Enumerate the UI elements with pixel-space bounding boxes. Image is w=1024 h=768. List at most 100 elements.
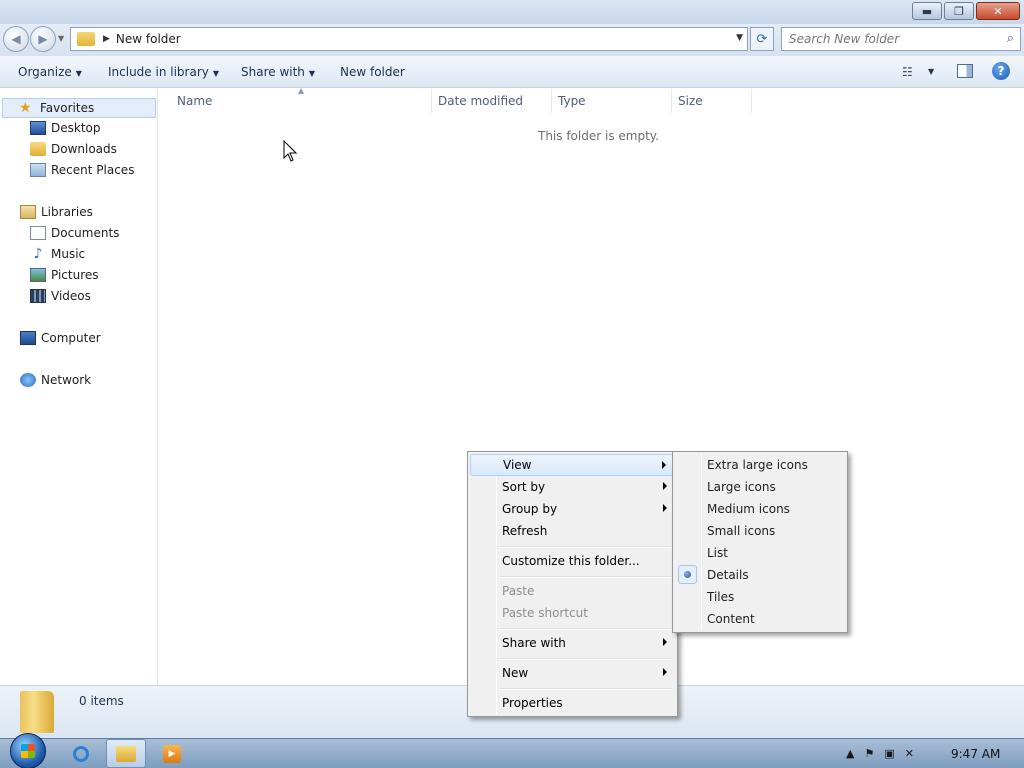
menu-item-share-with[interactable]: Share with bbox=[470, 632, 675, 654]
view-options-dropdown-icon[interactable]: ▼ bbox=[928, 67, 934, 76]
view-option-content[interactable]: Content bbox=[675, 608, 845, 630]
menu-item-new[interactable]: New bbox=[470, 662, 675, 684]
organize-button[interactable]: Organize ▼ bbox=[18, 65, 82, 79]
close-icon: ✕ bbox=[993, 4, 1003, 18]
internet-explorer-icon bbox=[73, 745, 89, 762]
change-view-icon[interactable]: ☷ bbox=[902, 65, 913, 79]
submenu-arrow-icon bbox=[662, 461, 666, 469]
folder-icon bbox=[77, 32, 95, 46]
column-header-date-modified[interactable]: Date modified bbox=[438, 94, 523, 114]
include-in-library-button[interactable]: Include in library ▼ bbox=[108, 65, 219, 79]
empty-folder-message: This folder is empty. bbox=[538, 129, 659, 143]
forward-arrow-icon: ▶ bbox=[38, 32, 48, 46]
sidebar-item-favorites[interactable]: ★ Favorites bbox=[2, 98, 156, 118]
sidebar-item-computer[interactable]: Computer bbox=[20, 331, 101, 345]
refresh-button[interactable]: ⟳ bbox=[750, 27, 774, 51]
submenu-arrow-icon bbox=[663, 504, 667, 512]
minimize-button[interactable]: ▬ bbox=[912, 2, 942, 20]
view-option-small-icons[interactable]: Small icons bbox=[675, 520, 845, 542]
recent-pages-dropdown-icon[interactable]: ▼ bbox=[58, 34, 64, 43]
view-option-extra-large-icons[interactable]: Extra large icons bbox=[675, 454, 845, 476]
view-option-details[interactable]: Details bbox=[675, 564, 845, 586]
column-header-name[interactable]: Name bbox=[177, 94, 212, 114]
clock[interactable]: 9:47 AM bbox=[951, 747, 1000, 761]
refresh-icon: ⟳ bbox=[756, 31, 768, 47]
sidebar-item-label: Downloads bbox=[51, 142, 117, 156]
sidebar-item-label: Recent Places bbox=[51, 163, 135, 177]
computer-icon bbox=[20, 331, 36, 345]
help-icon[interactable]: ? bbox=[992, 62, 1010, 80]
column-divider[interactable] bbox=[751, 89, 752, 113]
menu-item-view[interactable]: View bbox=[470, 454, 675, 476]
menu-item-properties[interactable]: Properties bbox=[470, 692, 675, 714]
star-icon: ★ bbox=[19, 100, 32, 116]
column-header-size[interactable]: Size bbox=[678, 94, 703, 114]
menu-item-label: Details bbox=[707, 568, 749, 582]
show-hidden-icons-icon[interactable]: ▲ bbox=[846, 747, 854, 760]
network-status-icon[interactable]: ▣ bbox=[884, 747, 894, 760]
menu-item-refresh[interactable]: Refresh bbox=[470, 520, 675, 542]
minimize-icon: ▬ bbox=[921, 4, 933, 18]
action-center-flag-icon[interactable]: ⚑ bbox=[864, 747, 874, 760]
sidebar-item-recent-places[interactable]: Recent Places bbox=[30, 163, 134, 177]
address-bar[interactable]: ▶ New folder ▼ bbox=[70, 27, 748, 51]
sidebar-item-network[interactable]: Network bbox=[20, 373, 91, 387]
search-icon[interactable]: ⌕ bbox=[1007, 31, 1014, 46]
menu-item-label: Small icons bbox=[707, 524, 776, 538]
share-with-button[interactable]: Share with ▼ bbox=[241, 65, 315, 79]
view-option-tiles[interactable]: Tiles bbox=[675, 586, 845, 608]
back-button[interactable]: ◀ bbox=[3, 26, 29, 52]
menu-item-sort-by[interactable]: Sort by bbox=[470, 476, 675, 498]
column-divider[interactable] bbox=[551, 89, 552, 113]
taskbar-internet-explorer[interactable] bbox=[61, 739, 101, 768]
menu-item-label: List bbox=[707, 546, 728, 560]
sidebar-item-downloads[interactable]: Downloads bbox=[30, 142, 117, 156]
search-box[interactable]: ⌕ bbox=[781, 27, 1021, 51]
command-bar: Organize ▼ Include in library ▼ Share with… bbox=[0, 56, 1024, 88]
breadcrumb-new-folder[interactable]: New folder bbox=[116, 32, 181, 46]
sidebar-item-label: Videos bbox=[51, 289, 91, 303]
column-divider[interactable] bbox=[431, 89, 432, 113]
item-count: 0 items bbox=[79, 694, 124, 708]
sidebar-item-pictures[interactable]: Pictures bbox=[30, 268, 99, 282]
maximize-button[interactable]: ❐ bbox=[944, 2, 974, 20]
menu-item-group-by[interactable]: Group by bbox=[470, 498, 675, 520]
menu-item-label: Refresh bbox=[502, 524, 548, 538]
preview-pane-icon[interactable] bbox=[957, 64, 973, 78]
breadcrumb-chevron-icon[interactable]: ▶ bbox=[103, 34, 110, 44]
view-option-large-icons[interactable]: Large icons bbox=[675, 476, 845, 498]
view-option-list[interactable]: List bbox=[675, 542, 845, 564]
column-header-type[interactable]: Type bbox=[558, 94, 586, 114]
window-controls: ▬ ❐ ✕ bbox=[910, 2, 1020, 20]
sidebar-item-label: Music bbox=[51, 247, 86, 261]
menu-separator bbox=[500, 658, 672, 660]
sidebar-item-label: Network bbox=[41, 373, 92, 387]
libraries-icon bbox=[20, 205, 36, 219]
menu-separator bbox=[500, 546, 672, 548]
folder-icon bbox=[20, 691, 54, 733]
maximize-icon: ❐ bbox=[954, 4, 964, 18]
sidebar-item-libraries[interactable]: Libraries bbox=[20, 205, 93, 219]
menu-item-customize-this-folder[interactable]: Customize this folder... bbox=[470, 550, 675, 572]
sidebar-item-videos[interactable]: Videos bbox=[30, 289, 91, 303]
taskbar-windows-explorer[interactable] bbox=[106, 739, 146, 768]
downloads-folder-icon bbox=[30, 142, 46, 156]
address-dropdown-icon[interactable]: ▼ bbox=[736, 33, 743, 43]
mouse-cursor-icon bbox=[283, 140, 297, 162]
sidebar-item-documents[interactable]: Documents bbox=[30, 226, 119, 240]
video-filmstrip-icon bbox=[30, 289, 46, 303]
start-button[interactable] bbox=[10, 733, 46, 768]
view-option-medium-icons[interactable]: Medium icons bbox=[675, 498, 845, 520]
context-menu: View Sort by Group by Refresh Customize … bbox=[467, 451, 678, 717]
volume-muted-icon[interactable]: ✕ bbox=[905, 747, 914, 760]
forward-button[interactable]: ▶ bbox=[30, 26, 56, 52]
close-button[interactable]: ✕ bbox=[976, 2, 1020, 20]
new-folder-button[interactable]: New folder bbox=[340, 65, 405, 79]
share-with-label: Share with bbox=[241, 65, 305, 79]
column-divider[interactable] bbox=[671, 89, 672, 113]
search-input[interactable] bbox=[789, 32, 999, 46]
sidebar-item-music[interactable]: ♪ Music bbox=[30, 247, 86, 261]
include-in-library-label: Include in library bbox=[108, 65, 209, 79]
taskbar-media-player[interactable]: ▶ bbox=[152, 739, 192, 768]
sidebar-item-desktop[interactable]: Desktop bbox=[30, 121, 101, 135]
